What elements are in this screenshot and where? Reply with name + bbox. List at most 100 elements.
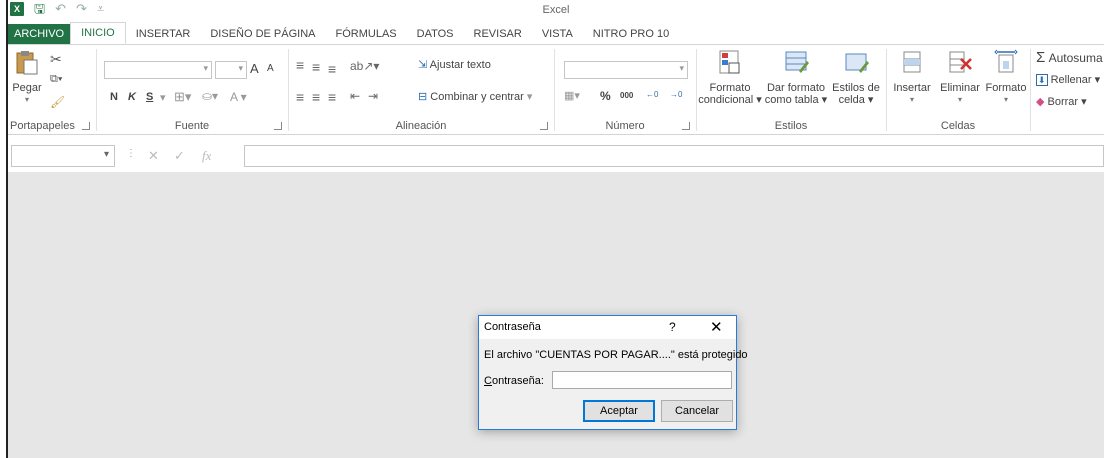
format-cells-label: Formato — [985, 82, 1027, 94]
cell-styles-label-2: celda — [838, 94, 865, 106]
font-group: A A N K S ▾ ⊞▾ ⛀▾ A ▾ Fuente — [98, 45, 286, 135]
dialog-message: El archivo "CUENTAS POR PAGAR...." está … — [484, 349, 748, 361]
shrink-font-button[interactable]: A — [267, 63, 274, 74]
alignment-launcher-icon[interactable] — [540, 122, 548, 130]
merge-center-button[interactable]: ⊟ Combinar y centrar ▾ — [418, 90, 532, 103]
tab-revisar[interactable]: REVISAR — [464, 24, 532, 44]
align-right-icon[interactable]: ≡ — [328, 89, 336, 105]
cell-styles-button[interactable]: Estilos de celda ▾ — [828, 49, 884, 106]
number-launcher-icon[interactable] — [682, 122, 690, 130]
bottom-align-icon[interactable]: ≡ — [328, 61, 336, 77]
title-bar: X 🖫 ↶ ↷ ⩡ Excel — [8, 0, 1104, 22]
grow-font-button[interactable]: A — [250, 61, 259, 76]
divider — [554, 49, 555, 131]
enter-formula-icon[interactable]: ✓ — [174, 148, 185, 164]
password-input[interactable] — [552, 371, 732, 389]
clear-label: Borrar — [1047, 96, 1079, 108]
delete-cells-button[interactable]: Eliminar ▾ — [936, 49, 984, 106]
wrap-text-icon: ⇲ — [418, 59, 428, 71]
number-group: ▦▾ % 000 ←0 →0 Número — [556, 45, 694, 135]
tab-diseno-pagina[interactable]: DISEÑO DE PÁGINA — [200, 24, 325, 44]
font-color-button[interactable]: A ▾ — [230, 90, 247, 104]
accept-button[interactable]: Aceptar — [583, 400, 655, 422]
tab-vista[interactable]: VISTA — [532, 24, 583, 44]
clear-button[interactable]: ◆ Borrar ▾ — [1036, 95, 1087, 108]
styles-group: Formato condicional ▾ Dar formato como t… — [698, 45, 884, 135]
tab-nitro-pro[interactable]: NITRO PRO 10 — [583, 24, 679, 44]
cells-group: Insertar ▾ Eliminar ▾ Formato ▾ Celdas — [888, 45, 1028, 135]
thousands-button[interactable]: 000 — [620, 91, 633, 100]
tab-formulas[interactable]: FÓRMULAS — [326, 24, 407, 44]
center-icon[interactable]: ≡ — [312, 89, 320, 105]
decrease-indent-icon[interactable]: ⇤ — [350, 89, 360, 103]
tab-inicio[interactable]: INICIO — [70, 22, 126, 44]
insert-function-icon[interactable]: fx — [202, 148, 211, 164]
merge-icon: ⊟ — [418, 91, 428, 103]
alignment-group-label: Alineación — [395, 120, 447, 132]
font-group-label: Fuente — [174, 120, 210, 132]
italic-button[interactable]: K — [128, 91, 136, 103]
conditional-format-label-1: Formato — [709, 82, 751, 94]
align-left-icon[interactable]: ≡ — [296, 89, 304, 105]
borders-icon[interactable]: ⊞▾ — [174, 89, 191, 105]
font-name-combo[interactable] — [104, 61, 212, 79]
underline-dropdown-icon[interactable]: ▾ — [160, 91, 166, 104]
font-size-combo[interactable] — [215, 61, 247, 79]
wrap-text-button[interactable]: ⇲ Ajustar texto — [418, 58, 491, 71]
conditional-format-icon — [719, 50, 740, 74]
tab-archivo[interactable]: ARCHIVO — [8, 24, 71, 44]
fill-down-icon: ⬇ — [1036, 74, 1048, 86]
format-as-table-button[interactable]: Dar formato como tabla ▾ — [764, 49, 828, 106]
increase-decimal-icon[interactable]: ←0 — [646, 90, 658, 99]
cells-group-label: Celdas — [940, 120, 976, 132]
number-group-label: Número — [605, 120, 645, 132]
divider — [96, 49, 97, 131]
password-label: Contraseña: — [484, 375, 544, 387]
eraser-icon: ◆ — [1036, 96, 1045, 108]
divider — [1030, 49, 1031, 131]
top-align-icon[interactable]: ≡ — [296, 57, 304, 73]
clipboard-launcher-icon[interactable] — [82, 122, 90, 130]
cell-styles-icon — [845, 53, 869, 73]
format-painter-icon[interactable]: 🖌 — [50, 95, 65, 109]
formula-bar-grip-icon: ⋮ — [126, 148, 136, 159]
fill-button[interactable]: ⬇ Rellenar ▾ — [1036, 73, 1100, 86]
paste-icon — [16, 51, 38, 75]
formula-input[interactable] — [244, 145, 1104, 167]
orientation-icon[interactable]: ab↗▾ — [350, 59, 379, 73]
bold-button[interactable]: N — [110, 91, 118, 103]
password-dialog: Contraseña ? ✕ El archivo "CUENTAS POR P… — [478, 315, 748, 430]
conditional-format-button[interactable]: Formato condicional ▾ — [698, 49, 762, 106]
number-format-combo[interactable] — [564, 61, 688, 79]
decrease-decimal-icon[interactable]: →0 — [670, 90, 682, 99]
tab-datos[interactable]: DATOS — [407, 24, 464, 44]
paste-button[interactable]: Pegar ▾ — [10, 49, 44, 106]
wrap-text-label: Ajustar texto — [429, 59, 491, 71]
format-as-table-label-1: Dar formato — [766, 82, 826, 94]
close-icon[interactable]: ✕ — [710, 318, 723, 336]
merge-center-label: Combinar y centrar — [430, 91, 524, 103]
cancel-formula-icon[interactable]: ✕ — [148, 148, 159, 164]
fill-color-icon[interactable]: ⛀▾ — [202, 89, 218, 103]
editing-group: Σ Autosuma ⬇ Rellenar ▾ ◆ Borrar ▾ — [1032, 45, 1104, 135]
format-cells-button[interactable]: Formato ▾ — [984, 49, 1028, 106]
excel-window: X 🖫 ↶ ↷ ⩡ Excel ARCHIVO INICIO INSERTAR … — [6, 0, 1104, 458]
percent-button[interactable]: % — [600, 89, 611, 103]
insert-cells-button[interactable]: Insertar ▾ — [888, 49, 936, 106]
sigma-icon: Σ — [1036, 49, 1046, 66]
middle-align-icon[interactable]: ≡ — [312, 59, 320, 75]
accounting-format-icon[interactable]: ▦▾ — [564, 89, 580, 102]
increase-indent-icon[interactable]: ⇥ — [368, 89, 378, 103]
formula-bar: ⋮ ✕ ✓ fx — [8, 143, 1104, 169]
tab-insertar[interactable]: INSERTAR — [126, 24, 201, 44]
help-icon[interactable]: ? — [669, 320, 676, 334]
cut-icon[interactable]: ✂ — [50, 51, 62, 68]
dialog-title: Contraseña — [484, 321, 541, 333]
format-as-table-label-2: como tabla — [764, 94, 819, 106]
name-box[interactable] — [11, 145, 115, 167]
underline-button[interactable]: S — [146, 91, 153, 103]
font-launcher-icon[interactable] — [274, 122, 282, 130]
autosum-button[interactable]: Σ Autosuma — [1036, 49, 1103, 66]
cancel-button[interactable]: Cancelar — [661, 400, 733, 422]
copy-icon[interactable]: ⧉▾ — [50, 73, 62, 86]
